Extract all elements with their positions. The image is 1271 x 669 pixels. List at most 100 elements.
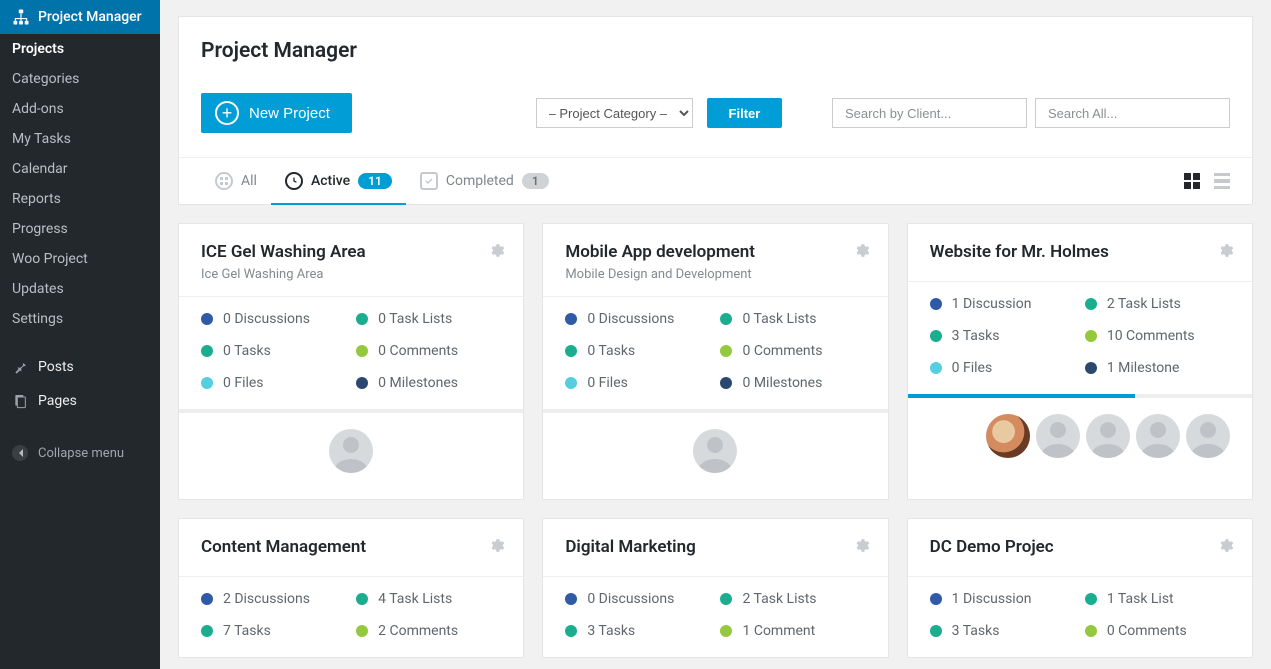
stat-files: 0 Files bbox=[201, 375, 346, 391]
avatar[interactable] bbox=[1036, 414, 1080, 458]
project-card[interactable]: Website for Mr. Holmes1 Discussion2 Task… bbox=[907, 223, 1253, 500]
stat-tasks: 0 Tasks bbox=[201, 343, 346, 359]
search-group bbox=[832, 98, 1230, 128]
project-card[interactable]: Mobile App development Mobile Design and … bbox=[542, 223, 888, 500]
sidebar-separator bbox=[0, 334, 160, 350]
avatar[interactable] bbox=[1086, 414, 1130, 458]
projects-grid: ICE Gel Washing AreaIce Gel Washing Area… bbox=[178, 223, 1253, 658]
stat-text: 1 Task List bbox=[1107, 591, 1174, 607]
tab-completed[interactable]: Completed 1 bbox=[406, 158, 563, 204]
top-panel: Project Manager + New Project – Project … bbox=[178, 16, 1253, 205]
project-card[interactable]: ICE Gel Washing AreaIce Gel Washing Area… bbox=[178, 223, 524, 500]
stat-tasks: 0 Tasks bbox=[565, 343, 710, 359]
avatar[interactable] bbox=[693, 429, 737, 473]
search-client-input[interactable] bbox=[832, 98, 1027, 128]
dot-icon bbox=[565, 377, 577, 389]
stat-text: 10 Comments bbox=[1107, 328, 1195, 344]
list-view-icon[interactable] bbox=[1214, 173, 1230, 189]
project-subtitle: Mobile Design and Development bbox=[565, 267, 865, 282]
project-settings-button[interactable] bbox=[853, 537, 870, 558]
stat-text: 0 Comments bbox=[1107, 623, 1187, 639]
card-header: Digital Marketing bbox=[543, 519, 887, 576]
card-stats: 0 Discussions0 Task Lists0 Tasks0 Commen… bbox=[179, 296, 523, 409]
new-project-label: New Project bbox=[249, 105, 330, 122]
stat-files: 0 Files bbox=[565, 375, 710, 391]
project-card[interactable]: Digital Marketing0 Discussions2 Task Lis… bbox=[542, 518, 888, 658]
card-header: Content Management bbox=[179, 519, 523, 576]
sidebar-item-updates[interactable]: Updates bbox=[0, 274, 160, 304]
stat-files: 0 Files bbox=[930, 360, 1075, 376]
tab-all[interactable]: All bbox=[201, 158, 271, 204]
check-icon bbox=[420, 172, 438, 190]
avatar[interactable] bbox=[986, 414, 1030, 458]
sidebar-item-pages[interactable]: Pages bbox=[0, 384, 160, 418]
sidebar-item-woo-project[interactable]: Woo Project bbox=[0, 244, 160, 274]
stat-text: 0 Files bbox=[587, 375, 628, 391]
avatar[interactable] bbox=[329, 429, 373, 473]
gear-icon bbox=[853, 242, 870, 259]
avatar[interactable] bbox=[1136, 414, 1180, 458]
filter-button[interactable]: Filter bbox=[707, 98, 783, 128]
sidebar-item-add-ons[interactable]: Add-ons bbox=[0, 94, 160, 124]
card-header: Mobile App development Mobile Design and … bbox=[543, 224, 887, 296]
dot-icon bbox=[565, 313, 577, 325]
grid-view-icon[interactable] bbox=[1184, 173, 1200, 189]
sidebar-main-project-manager[interactable]: Project Manager bbox=[0, 0, 160, 34]
stat-text: 0 Milestones bbox=[378, 375, 458, 391]
dot-icon bbox=[1085, 625, 1097, 637]
stat-task_lists: 0 Task Lists bbox=[356, 311, 501, 327]
sidebar-item-projects[interactable]: Projects bbox=[0, 34, 160, 64]
project-title: DC Demo Projec bbox=[930, 537, 1230, 557]
new-project-button[interactable]: + New Project bbox=[201, 93, 352, 133]
stat-task_lists: 1 Task List bbox=[1085, 591, 1230, 607]
project-card[interactable]: Content Management 2 Discussions 4 Task Li… bbox=[178, 518, 524, 658]
collapse-menu-button[interactable]: Collapse menu bbox=[0, 436, 160, 470]
tab-completed-badge: 1 bbox=[522, 173, 549, 189]
stat-discussions: 0 Discussions bbox=[565, 591, 710, 607]
stat-tasks: 3 Tasks bbox=[565, 623, 710, 639]
stat-tasks: 3 Tasks bbox=[930, 623, 1075, 639]
project-settings-button[interactable] bbox=[1217, 242, 1234, 263]
project-card[interactable]: DC Demo Projec1 Discussion1 Task List3 T… bbox=[907, 518, 1253, 658]
sidebar-item-categories[interactable]: Categories bbox=[0, 64, 160, 94]
stat-discussions: 2 Discussions bbox=[201, 591, 346, 607]
gear-icon bbox=[1217, 242, 1234, 259]
project-settings-button[interactable] bbox=[853, 242, 870, 263]
project-settings-button[interactable] bbox=[1217, 537, 1234, 558]
dot-icon bbox=[930, 298, 942, 310]
gear-icon bbox=[853, 537, 870, 554]
stat-comments: 0 Comments bbox=[720, 343, 865, 359]
dot-icon bbox=[356, 377, 368, 389]
card-stats: 1 Discussion1 Task List3 Tasks0 Comments bbox=[908, 576, 1252, 657]
tab-active[interactable]: Active 11 bbox=[271, 158, 406, 204]
collapse-label: Collapse menu bbox=[38, 446, 124, 461]
stat-text: 2 Discussions bbox=[223, 591, 310, 607]
stat-text: 2 Task Lists bbox=[1107, 296, 1181, 312]
category-select[interactable]: – Project Category – bbox=[537, 99, 692, 127]
stat-text: 0 Tasks bbox=[587, 343, 635, 359]
stat-task_lists: 4 Task Lists bbox=[356, 591, 501, 607]
sidebar-pages-label: Pages bbox=[38, 393, 77, 409]
dot-icon bbox=[720, 593, 732, 605]
sidebar-item-my-tasks[interactable]: My Tasks bbox=[0, 124, 160, 154]
tab-completed-label: Completed bbox=[446, 173, 514, 189]
sidebar-item-settings[interactable]: Settings bbox=[0, 304, 160, 334]
dot-icon bbox=[356, 313, 368, 325]
project-settings-button[interactable] bbox=[488, 537, 505, 558]
sidebar-item-posts[interactable]: Posts bbox=[0, 350, 160, 384]
project-settings-button[interactable] bbox=[488, 242, 505, 263]
search-all-input[interactable] bbox=[1035, 98, 1230, 128]
sidebar-item-reports[interactable]: Reports bbox=[0, 184, 160, 214]
toolbar: + New Project – Project Category – Filte… bbox=[201, 93, 1230, 133]
dot-icon bbox=[201, 593, 213, 605]
dot-icon bbox=[930, 593, 942, 605]
sidebar-main-label: Project Manager bbox=[38, 9, 142, 25]
sidebar-item-calendar[interactable]: Calendar bbox=[0, 154, 160, 184]
sidebar-item-progress[interactable]: Progress bbox=[0, 214, 160, 244]
stat-text: 0 Files bbox=[223, 375, 264, 391]
stat-task_lists: 0 Task Lists bbox=[720, 311, 865, 327]
dot-icon bbox=[356, 625, 368, 637]
gear-icon bbox=[1217, 537, 1234, 554]
avatar[interactable] bbox=[1186, 414, 1230, 458]
project-title: Mobile App development bbox=[565, 242, 865, 262]
